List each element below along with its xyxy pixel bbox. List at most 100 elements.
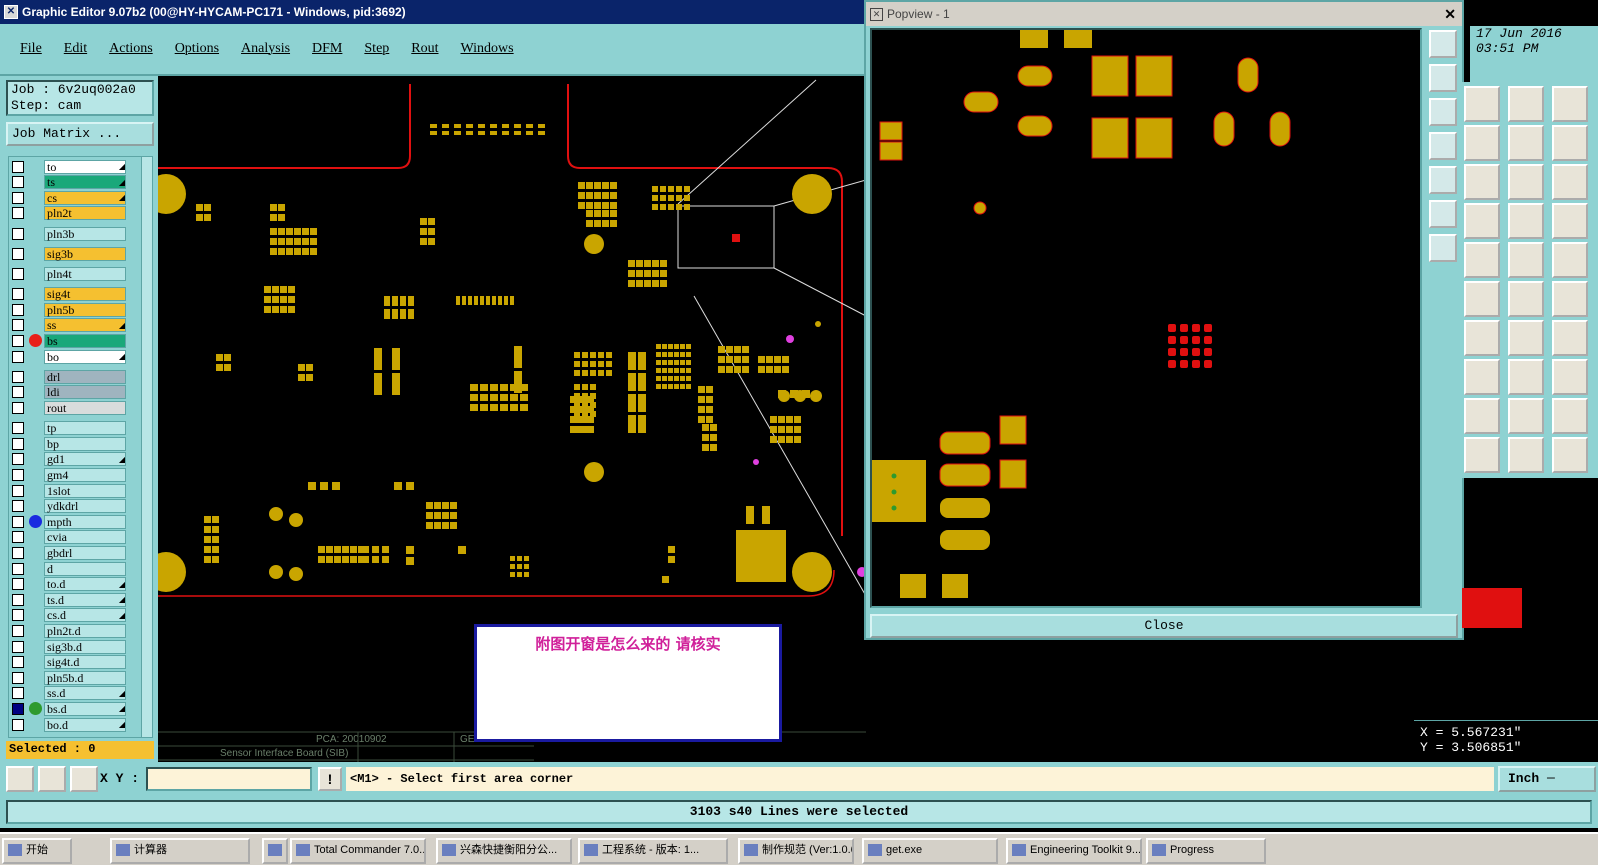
parallel-icon[interactable] xyxy=(1552,320,1588,356)
layer-checkbox[interactable] xyxy=(12,593,24,606)
layer-row-pln2t.d[interactable]: pln2t.d xyxy=(9,623,145,638)
layer-name[interactable]: ldi xyxy=(44,385,126,400)
layer-checkbox[interactable] xyxy=(12,319,24,332)
layer-row-sig4t[interactable]: sig4t xyxy=(9,287,145,302)
layer-name[interactable]: d xyxy=(44,561,126,576)
center-icon[interactable] xyxy=(1429,234,1457,262)
unit-selector[interactable]: Inch ─ xyxy=(1498,766,1596,792)
close-button[interactable]: Close xyxy=(870,614,1458,638)
refresh-icon[interactable] xyxy=(1429,200,1457,228)
ratio-icon[interactable] xyxy=(1508,164,1544,200)
layer-name[interactable]: bs.d xyxy=(44,701,126,716)
pan-icon[interactable] xyxy=(1429,132,1457,160)
layer-row-gd1[interactable]: gd1 ◢ xyxy=(9,452,145,467)
split-icon[interactable] xyxy=(1552,281,1588,317)
layer-checkbox[interactable] xyxy=(12,227,24,240)
layer-row-gbdrl[interactable]: gbdrl xyxy=(9,545,145,560)
copy-icon[interactable] xyxy=(1508,125,1544,161)
layer-checkbox[interactable] xyxy=(12,176,24,189)
line-icon[interactable] xyxy=(1464,320,1500,356)
layer-row-cs[interactable]: cs ◢ xyxy=(9,190,145,205)
measure-icon[interactable] xyxy=(1552,86,1588,122)
grid-icon[interactable] xyxy=(1464,203,1500,239)
layer-checkbox[interactable] xyxy=(12,191,24,204)
layer-row-to[interactable]: to ◢ xyxy=(9,159,145,174)
layer-checkbox[interactable] xyxy=(12,401,24,414)
layer-row-gm4[interactable]: gm4 xyxy=(9,467,145,482)
menu-file[interactable]: File xyxy=(20,41,42,57)
fill-icon[interactable] xyxy=(1552,242,1588,278)
layer-name[interactable]: 1slot xyxy=(44,483,126,498)
angle-icon[interactable] xyxy=(38,766,66,792)
xy-input[interactable] xyxy=(146,767,312,791)
layer-name[interactable]: bp xyxy=(44,436,126,451)
zoom-out-icon[interactable] xyxy=(1429,64,1457,92)
scale-icon[interactable] xyxy=(1552,125,1588,161)
layer-row-bs.d[interactable]: bs.d ◢ xyxy=(9,701,145,716)
layer-row-to.d[interactable]: to.d ◢ xyxy=(9,577,145,592)
layer-row-bo[interactable]: bo ◢ xyxy=(9,349,145,364)
popview-titlebar[interactable]: ✕ Popview - 1 xyxy=(866,2,1462,26)
pointer-icon[interactable] xyxy=(1508,437,1544,473)
job-matrix-button[interactable]: Job Matrix ... xyxy=(6,122,154,146)
layer-checkbox[interactable] xyxy=(12,671,24,684)
layer-row-ss[interactable]: ss ◢ xyxy=(9,318,145,333)
layer-row-d[interactable]: d xyxy=(9,561,145,576)
text-box-icon[interactable] xyxy=(1508,398,1544,434)
zoom-in-icon[interactable] xyxy=(1429,30,1457,58)
taskbar-item[interactable]: 计算器 xyxy=(110,838,250,864)
layer-name[interactable]: pln2t.d xyxy=(44,623,126,638)
layer-name[interactable]: cvia xyxy=(44,530,126,545)
popview-canvas[interactable] xyxy=(870,28,1422,608)
layer-row-cvia[interactable]: cvia xyxy=(9,530,145,545)
text-fit-icon[interactable] xyxy=(1552,398,1588,434)
layer-row-mpth[interactable]: mpth xyxy=(9,514,145,529)
layer-row-1slot[interactable]: 1slot xyxy=(9,483,145,498)
window-titlebar[interactable]: ✕ Graphic Editor 9.07b2 (00@HY-HYCAM-PC1… xyxy=(0,0,866,24)
layer-name[interactable]: sig3b.d xyxy=(44,639,126,654)
move-icon[interactable] xyxy=(1464,125,1500,161)
layer-name[interactable]: mpth xyxy=(44,514,126,529)
layer-checkbox[interactable] xyxy=(12,624,24,637)
layer-row-ydkdrl[interactable]: ydkdrl xyxy=(9,499,145,514)
fit-icon[interactable] xyxy=(1429,166,1457,194)
layer-row-pln4t[interactable]: pln4t xyxy=(9,266,145,281)
layer-row-bo.d[interactable]: bo.d ◢ xyxy=(9,717,145,732)
taskbar-item[interactable]: get.exe xyxy=(862,838,998,864)
layer-name[interactable]: pln2t xyxy=(44,206,126,221)
layer-checkbox[interactable] xyxy=(12,702,24,715)
layer-checkbox[interactable] xyxy=(12,370,24,383)
layer-checkbox[interactable] xyxy=(12,453,24,466)
taskbar-item[interactable]: Engineering Toolkit 9... xyxy=(1006,838,1142,864)
layer-name[interactable]: drl xyxy=(44,369,126,384)
layer-row-bs[interactable]: bs xyxy=(9,333,145,348)
layer-checkbox[interactable] xyxy=(12,303,24,316)
ruler-icon[interactable] xyxy=(1508,242,1544,278)
layer-checkbox[interactable] xyxy=(12,546,24,559)
layer-row-bp[interactable]: bp xyxy=(9,436,145,451)
taskbar-item[interactable]: Progress xyxy=(1146,838,1266,864)
layer-name[interactable]: bs xyxy=(44,333,126,348)
node-icon[interactable] xyxy=(1508,281,1544,317)
layer-row-ldi[interactable]: ldi xyxy=(9,385,145,400)
layer-checkbox[interactable] xyxy=(12,437,24,450)
layer-row-sig4t.d[interactable]: sig4t.d xyxy=(9,655,145,670)
layer-name[interactable]: ss.d xyxy=(44,686,126,701)
rotate-icon[interactable] xyxy=(1464,164,1500,200)
route-icon[interactable] xyxy=(1552,437,1588,473)
menu-dfm[interactable]: DFM xyxy=(312,41,342,57)
layer-checkbox[interactable] xyxy=(12,515,24,528)
layer-checkbox[interactable] xyxy=(12,386,24,399)
snap-icon[interactable] xyxy=(1508,86,1544,122)
layer-name[interactable]: pln3b xyxy=(44,226,126,241)
cursor-icon[interactable] xyxy=(1464,437,1500,473)
layer-checkbox[interactable] xyxy=(12,247,24,260)
properties-icon[interactable] xyxy=(1552,203,1588,239)
layer-checkbox[interactable] xyxy=(12,687,24,700)
layer-checkbox[interactable] xyxy=(12,609,24,622)
layer-checkbox[interactable] xyxy=(12,562,24,575)
close-icon[interactable]: ✕ xyxy=(1444,6,1456,23)
edit-icon[interactable] xyxy=(1552,164,1588,200)
layer-row-ts.d[interactable]: ts.d ◢ xyxy=(9,592,145,607)
menu-analysis[interactable]: Analysis xyxy=(241,41,290,57)
